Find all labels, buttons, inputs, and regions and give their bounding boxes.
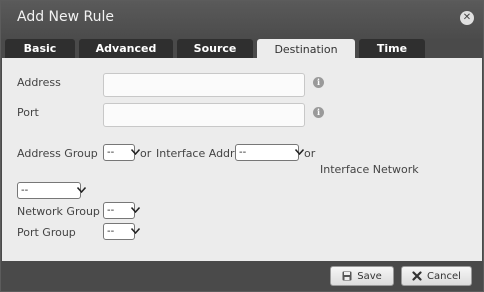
interface-network-value: -- [21, 185, 29, 196]
cancel-label: Cancel [427, 270, 461, 282]
or-text-2: or [304, 147, 316, 160]
tab-advanced[interactable]: Advanced [79, 39, 173, 58]
tab-time[interactable]: Time [359, 39, 425, 58]
save-button[interactable]: Save [330, 266, 394, 286]
interface-network-label: Interface Network [320, 163, 419, 176]
address-group-select[interactable]: -- [103, 144, 140, 161]
address-label: Address [17, 76, 61, 89]
port-label: Port [17, 106, 39, 119]
or-text-1: or [140, 147, 152, 160]
tab-destination[interactable]: Destination [257, 39, 355, 59]
interface-addr-value: -- [239, 147, 247, 158]
save-label: Save [357, 270, 382, 282]
interface-addr-label: Interface Addr [156, 147, 235, 160]
dialog-title: Add New Rule [17, 9, 115, 25]
tab-bar: Basic Advanced Source Destination Time [5, 39, 425, 59]
interface-addr-select[interactable]: -- [235, 144, 304, 161]
network-group-label: Network Group [17, 205, 100, 218]
address-group-label: Address Group [17, 147, 98, 160]
dialog-footer: Save Cancel [1, 261, 483, 291]
network-group-value: -- [107, 205, 115, 216]
port-group-label: Port Group [17, 226, 76, 239]
address-group-value: -- [107, 147, 115, 158]
x-icon [412, 271, 422, 281]
address-info-icon[interactable]: i [313, 77, 324, 88]
cancel-button[interactable]: Cancel [401, 266, 472, 286]
network-group-select[interactable]: -- [103, 202, 140, 219]
destination-panel: Address i Port i Address Group -- or Int… [2, 58, 482, 261]
port-group-value: -- [107, 226, 115, 237]
tab-source[interactable]: Source [177, 39, 253, 58]
tab-basic[interactable]: Basic [5, 39, 75, 58]
address-input[interactable] [103, 73, 305, 97]
add-rule-dialog: Add New Rule ✕ Basic Advanced Source Des… [0, 0, 484, 292]
dialog-titlebar: Add New Rule ✕ [1, 1, 483, 39]
save-icon [342, 271, 352, 281]
close-icon[interactable]: ✕ [460, 11, 474, 25]
interface-network-select[interactable]: -- [17, 182, 86, 199]
port-group-select[interactable]: -- [103, 223, 140, 240]
port-info-icon[interactable]: i [313, 107, 324, 118]
port-input[interactable] [103, 103, 305, 127]
